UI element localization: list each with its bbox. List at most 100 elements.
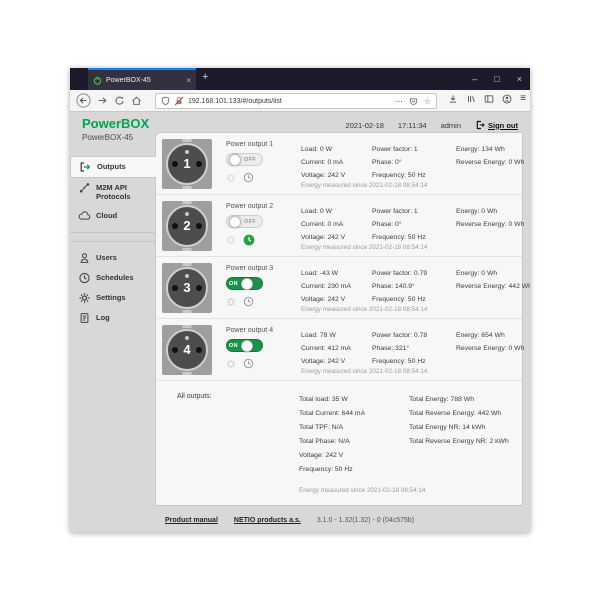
schedule-clock-icon (243, 172, 254, 183)
output-toggle[interactable]: ON (226, 277, 263, 290)
outputs-icon (79, 161, 92, 173)
sidebar-item-label: Log (96, 312, 150, 322)
metrics-electrical: Load: 0 WCurrent: 0 mAVoltage: 242 V (301, 143, 345, 182)
reload-button-icon[interactable] (114, 95, 125, 106)
cloud-icon (78, 210, 91, 222)
toggle-knob (241, 278, 253, 290)
energy-measured-note: Energy measured since 2021-02-18 08:54:1… (301, 244, 427, 251)
screenshot-canvas: PowerBOX-45 × + – □ × (0, 0, 600, 600)
insecure-lock-icon[interactable] (174, 96, 184, 106)
sign-out-link[interactable]: Sign out (488, 121, 518, 130)
summary-totals-left: Total load: 35 W Total Current: 644 mA T… (299, 393, 425, 498)
home-button-icon[interactable] (131, 95, 142, 106)
power-socket-icon: 4 (162, 325, 212, 375)
current-date: 2021-02-18 (346, 121, 384, 130)
product-manual-link[interactable]: Product manual (165, 517, 218, 524)
summary-totals-right: Total Energy: 788 Wh Total Reverse Energ… (409, 393, 509, 449)
output-toggle[interactable]: ON (226, 339, 263, 352)
menu-hamburger-icon[interactable]: ≡ (520, 93, 526, 104)
url-bar[interactable]: 192.168.101.133/#/outputs/list ⋯ ☆ (155, 93, 437, 109)
app-footer: Product manual NETIO products a.s. 3.1.0… (165, 517, 414, 524)
metrics-phase: Power factor: 1Phase: 0°Frequency: 50 Hz (372, 143, 426, 182)
output-row-2: 2 Power output 2 OFF (156, 195, 522, 257)
output-name: Power output 1 (226, 141, 298, 148)
schedule-clock-icon (243, 296, 254, 307)
output-name: Power output 4 (226, 327, 298, 334)
output-name: Power output 2 (226, 203, 298, 210)
back-button-icon[interactable] (76, 93, 91, 108)
app-content: PowerBOX PowerBOX-45 2021-02-18 17:11:34… (70, 112, 530, 532)
energy-measured-note: Energy measured since 2021-02-18 08:54:1… (299, 484, 425, 498)
logged-user: admin (441, 121, 461, 130)
output-toggle[interactable]: OFF (226, 153, 263, 166)
metrics-phase: Power factor: 0.79Phase: 140.9°Frequency… (372, 267, 427, 306)
url-text[interactable]: 192.168.101.133/#/outputs/list (188, 98, 391, 105)
metrics-electrical: Load: 0 WCurrent: 0 mAVoltage: 242 V (301, 205, 345, 244)
metrics-phase: Power factor: 1Phase: 0°Frequency: 50 Hz (372, 205, 426, 244)
firmware-version: 3.1.0 - 1.32(1.32) - 0 (04c575b) (317, 517, 414, 524)
device-name: PowerBOX-45 (82, 133, 133, 142)
power-socket-icon: 2 (162, 201, 212, 251)
downloads-icon[interactable] (448, 94, 458, 104)
tab-title: PowerBOX-45 (106, 77, 182, 84)
browser-navbar: 192.168.101.133/#/outputs/list ⋯ ☆ (70, 90, 530, 112)
page-actions-icon[interactable]: ⋯ (395, 97, 403, 106)
browser-titlebar: PowerBOX-45 × + – □ × (70, 68, 530, 90)
metrics-energy: Energy: 134 WhReverse Energy: 0 Wh (456, 143, 524, 169)
toggle-knob (229, 216, 241, 228)
metrics-energy: Energy: 654 WhReverse Energy: 0 Wh (456, 329, 524, 355)
sidebar-item-cloud[interactable]: Cloud (70, 206, 155, 226)
forward-button-icon[interactable] (97, 95, 108, 106)
schedules-clock-icon (78, 272, 91, 284)
m2m-api-icon (78, 182, 91, 194)
output-row-4: 4 Power output 4 ON (156, 319, 522, 381)
toggle-knob (241, 340, 253, 352)
window-maximize-button[interactable]: □ (494, 74, 499, 84)
sidebar-item-label: Outputs (97, 161, 151, 171)
account-icon[interactable] (502, 94, 512, 104)
app-title: PowerBOX (82, 116, 149, 131)
window-minimize-button[interactable]: – (472, 74, 477, 84)
sidebar-nav: Outputs M2M API Protocols Cloud (70, 156, 155, 532)
energy-measured-note: Energy measured since 2021-02-18 08:54:1… (301, 306, 427, 313)
consumption-spark-icon (226, 235, 236, 245)
output-row-1: 1 Power output 1 OFF (156, 133, 522, 195)
toggle-knob (229, 154, 241, 166)
sidebar-item-label: Schedules (96, 272, 150, 282)
sidebar-item-log[interactable]: Log (70, 308, 155, 328)
sidebars-icon[interactable] (484, 94, 494, 104)
metrics-electrical: Load: 78 WCurrent: 412 mAVoltage: 242 V (301, 329, 351, 368)
output-toggle[interactable]: OFF (226, 215, 263, 228)
new-tab-button[interactable]: + (202, 71, 208, 83)
consumption-spark-icon (226, 297, 236, 307)
sidebar-item-users[interactable]: Users (70, 248, 155, 268)
sidebar-item-settings[interactable]: Settings (70, 288, 155, 308)
tab-favicon-power-icon (93, 76, 102, 85)
bookmark-star-icon[interactable]: ☆ (424, 97, 431, 106)
power-socket-icon: 3 (162, 263, 212, 313)
tracking-shield-icon[interactable] (161, 96, 170, 106)
sidebar-item-label: Settings (96, 292, 150, 302)
netio-company-link[interactable]: NETIO products a.s. (234, 517, 301, 524)
tab-close-icon[interactable]: × (186, 76, 191, 85)
browser-window: PowerBOX-45 × + – □ × (70, 68, 530, 532)
sidebar-item-label: Users (96, 252, 150, 262)
energy-measured-note: Energy measured since 2021-02-18 08:54:1… (301, 182, 427, 189)
library-icon[interactable] (466, 94, 476, 104)
schedule-clock-icon (243, 358, 254, 369)
sidebar-item-outputs[interactable]: Outputs (70, 156, 156, 178)
window-close-button[interactable]: × (517, 74, 522, 84)
sidebar-item-schedules[interactable]: Schedules (70, 268, 155, 288)
metrics-energy: Energy: 0 WhReverse Energy: 0 Wh (456, 205, 524, 231)
sidebar-item-m2m-api-protocols[interactable]: M2M API Protocols (70, 178, 155, 206)
metrics-energy: Energy: 0 WhReverse Energy: 442 Wh (456, 267, 530, 293)
current-time: 17:11:34 (398, 121, 427, 130)
browser-tab[interactable]: PowerBOX-45 × (88, 68, 196, 90)
all-outputs-summary: All outputs: Total load: 35 W Total Curr… (156, 381, 522, 397)
power-socket-icon: 1 (162, 139, 212, 189)
settings-gear-icon (78, 292, 91, 304)
output-row-3: 3 Power output 3 ON (156, 257, 522, 319)
metrics-phase: Power factor: 0.78Phase: 321°Frequency: … (372, 329, 427, 368)
users-icon (78, 252, 91, 264)
pocket-icon[interactable] (409, 97, 418, 106)
